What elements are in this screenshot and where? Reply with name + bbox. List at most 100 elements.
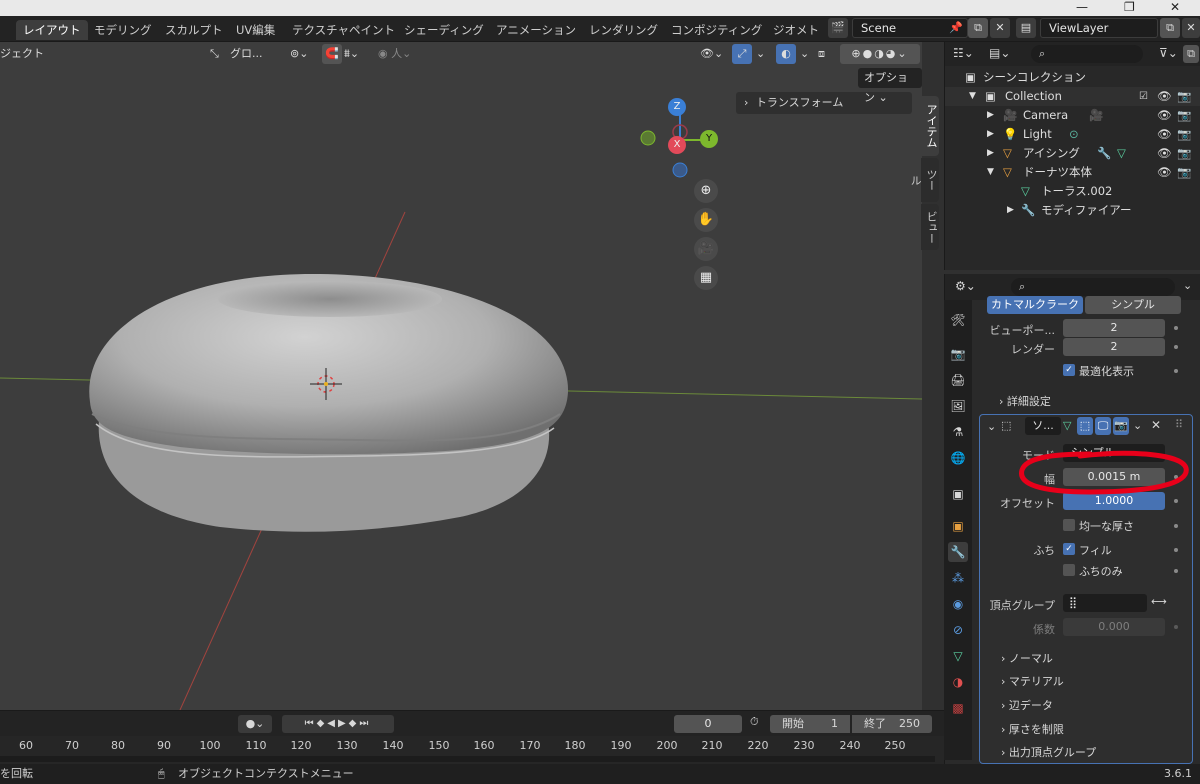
advanced-section[interactable]: › 詳細設定 (999, 393, 1051, 409)
particles-tab-icon[interactable]: ⁂ (948, 568, 968, 588)
view-layer-tab-icon[interactable]: 🖼 (948, 396, 968, 416)
fill-rim-checkbox[interactable]: ✓ (1063, 543, 1075, 555)
tab-texture-paint[interactable]: テクスチャペイント (285, 20, 402, 40)
overlay-toggle-icon[interactable]: ◐ (776, 44, 796, 64)
camera-render-icon[interactable]: 📷 (1177, 163, 1191, 182)
physics-tab-icon[interactable]: ◉ (948, 594, 968, 614)
tab-layout[interactable]: レイアウト (16, 20, 88, 40)
catmull-clark-tab[interactable]: カトマルクラーク (987, 296, 1083, 314)
playback-controls[interactable]: ⏮◆◀▶◆⏭ (282, 715, 394, 733)
world-tab-icon[interactable]: 🌐 (948, 448, 968, 468)
scene-icon[interactable]: 🎬 (828, 18, 848, 38)
tab-geometry[interactable]: ジオメト (766, 20, 826, 40)
tab-compositing[interactable]: コンポジティング (664, 20, 769, 40)
gizmo-dropdown-icon[interactable]: ⌄ (756, 44, 765, 64)
eye-icon[interactable]: 👁 (1157, 144, 1172, 163)
modifier-menu-icon[interactable]: ⌄ (1133, 419, 1142, 432)
drag-handle-icon[interactable]: ⠿ (1175, 418, 1183, 431)
object-tab-icon[interactable]: ▣ (948, 516, 968, 536)
zoom-icon[interactable]: ⊕ (694, 179, 718, 203)
current-frame-field[interactable]: 0 (674, 715, 742, 733)
expand-icon[interactable]: ▶ (1007, 201, 1014, 220)
proportional-edit-icon[interactable]: ◉ 人⌄ (378, 44, 411, 64)
pivot-icon[interactable]: ⊚⌄ (290, 44, 308, 64)
camera-render-icon[interactable]: 📷 (1177, 125, 1191, 144)
transform-orientation-icon[interactable]: ⤡ (210, 44, 219, 64)
options-dropdown[interactable]: オプション ⌄ (858, 68, 922, 104)
keyframe-dot-icon[interactable] (1174, 345, 1178, 349)
tab-uv-editing[interactable]: UV編集 (229, 20, 282, 40)
invert-arrows-icon[interactable]: ⟷ (1151, 595, 1167, 608)
tab-rendering[interactable]: レンダリング (582, 20, 665, 40)
expand-icon[interactable]: ▼ (987, 163, 994, 182)
properties-search-input[interactable]: ⌕ (1011, 278, 1175, 296)
viewlayer-name-field[interactable]: ViewLayer (1040, 18, 1158, 38)
modifier-tab-icon[interactable]: 🔧 (948, 542, 968, 562)
even-thickness-checkbox[interactable] (1063, 519, 1075, 531)
expand-icon[interactable]: ▼ (969, 87, 976, 106)
outliner-search-input[interactable]: ⌕ (1031, 45, 1143, 63)
materials-section[interactable]: › マテリアル (1001, 673, 1064, 689)
collection-tab-icon[interactable]: ▣ (948, 484, 968, 504)
gizmo-toggle-icon[interactable]: ⤢ (732, 44, 752, 64)
editor-type-icon[interactable]: ⚙⌄ (955, 279, 976, 293)
tool-tab-icon[interactable]: 🛠 (948, 310, 968, 330)
outliner-row-modifiers[interactable]: ▶ 🔧 モディファイアー (945, 201, 1200, 220)
close-window-button[interactable]: ✕ (1170, 0, 1180, 14)
3d-viewport[interactable]: Z Y X ⊕ ✋ 🎥 ▦ › トランスフォーム (0, 42, 922, 710)
transform-orientation-select[interactable]: グロ... (230, 44, 263, 64)
pan-hand-icon[interactable]: ✋ (694, 208, 718, 232)
display-mode-icon[interactable]: ☷⌄ (953, 46, 974, 60)
timeline-scrollbar[interactable] (0, 756, 935, 762)
tab-shading[interactable]: シェーディング (397, 20, 491, 40)
expand-icon[interactable]: ▶ (987, 106, 994, 125)
filter-view-icon[interactable]: ▤⌄ (989, 46, 1010, 60)
outliner-row-light[interactable]: ▶ 💡 Light ⊙ 👁 📷 (945, 125, 1200, 144)
constraints-tab-icon[interactable]: ⊘ (948, 620, 968, 640)
factor-field[interactable]: 0.000 (1063, 618, 1165, 636)
sidetab-tool[interactable]: ツール (909, 158, 939, 202)
viewport-levels-field[interactable]: 2 (1063, 319, 1165, 337)
new-collection-button[interactable]: ⧉ (1183, 45, 1199, 63)
stopwatch-icon[interactable]: ⏱ (750, 715, 759, 729)
keyframe-dot-icon[interactable] (1174, 569, 1178, 573)
normals-section[interactable]: › ノーマル (1001, 650, 1053, 666)
material-tab-icon[interactable]: ◑ (948, 672, 968, 692)
gizmo-x-icon[interactable]: X (668, 136, 686, 154)
rim-only-checkbox[interactable] (1063, 564, 1075, 576)
keyframe-dot-icon[interactable] (1174, 524, 1178, 528)
outliner-row-torus[interactable]: ▽ トーラス.002 (945, 182, 1200, 201)
simple-tab[interactable]: シンプル (1085, 296, 1181, 314)
delete-viewlayer-icon[interactable]: ✕ (1182, 18, 1200, 38)
camera-view-icon[interactable]: 🎥 (694, 237, 718, 261)
scene-tab-icon[interactable]: ⚗ (948, 422, 968, 442)
eye-icon[interactable]: 👁 (1157, 125, 1172, 144)
sidetab-view[interactable]: ビュー (921, 204, 939, 250)
keyframe-dot-icon[interactable] (1174, 499, 1178, 503)
grid-perspective-icon[interactable]: ▦ (694, 266, 718, 290)
eye-icon[interactable]: 👁 (1157, 87, 1172, 106)
eye-icon[interactable]: 👁 (1157, 163, 1172, 182)
outliner-row-donut[interactable]: ▼ ▽ ドーナツ本体 👁 📷 (945, 163, 1200, 182)
edit-mode-toggle-icon[interactable]: ▽ (1063, 419, 1071, 432)
output-vertex-groups-section[interactable]: › 出力頂点グループ (1001, 744, 1096, 760)
keyframe-dot-icon[interactable] (1174, 369, 1178, 373)
restore-button[interactable]: ❐ (1124, 0, 1135, 14)
new-viewlayer-button[interactable]: ⧉ (1160, 18, 1180, 38)
gizmo-z-icon[interactable]: Z (668, 98, 686, 116)
edge-data-section[interactable]: › 辺データ (1001, 697, 1053, 713)
texture-tab-icon[interactable]: ▩ (948, 698, 968, 718)
xray-icon[interactable]: ⧈ (818, 44, 825, 64)
end-frame-field[interactable]: 終了 250 (852, 715, 932, 733)
vertex-group-field[interactable]: ⣿ (1063, 594, 1147, 612)
tab-animation[interactable]: アニメーション (489, 20, 583, 40)
expand-icon[interactable]: ▶ (987, 144, 994, 163)
pin-icon[interactable]: 📌 (946, 18, 966, 38)
minimize-button[interactable]: — (1076, 0, 1088, 14)
new-scene-button[interactable]: ⧉ (968, 18, 988, 38)
remove-modifier-icon[interactable]: ✕ (1151, 418, 1161, 432)
timeline-ruler[interactable]: 60 70 80 90 100 110 120 130 140 150 160 … (0, 736, 944, 764)
overlay-dropdown-icon[interactable]: ⌄ (800, 44, 809, 64)
render-levels-field[interactable]: 2 (1063, 338, 1165, 356)
filter-icon[interactable]: ⊽⌄ (1159, 46, 1178, 60)
